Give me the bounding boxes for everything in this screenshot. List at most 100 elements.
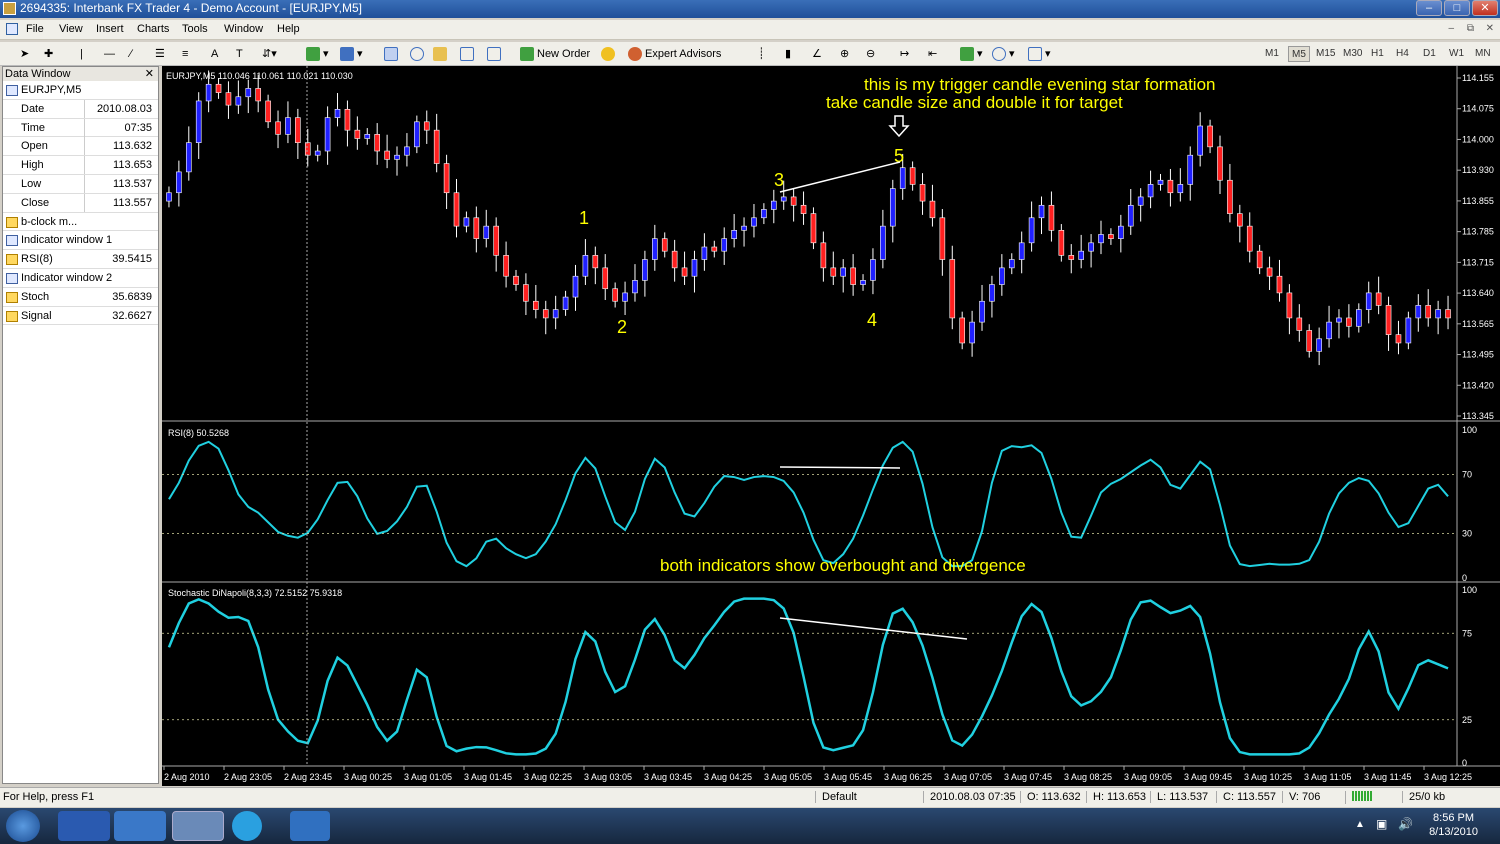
candle-body [1395,334,1402,344]
menu-view[interactable]: View [59,23,83,35]
skype-task-icon[interactable] [232,811,262,841]
channel-icon[interactable]: ☰ [155,45,165,63]
text-icon[interactable]: A [211,45,218,63]
data-window-table: EURJPY,M5 Date 2010.08.03 Time 07:35 Open 113.… [3,81,158,326]
ie-task-icon[interactable] [114,811,166,841]
candle-body [1008,259,1015,269]
close-icon[interactable]: ✕ [145,67,154,81]
terminal-icon[interactable] [460,45,477,63]
mdi-close-icon[interactable]: ✕ [1486,23,1494,34]
navigator-icon[interactable] [410,45,427,63]
tf-mn[interactable]: MN [1472,46,1494,62]
tf-m30[interactable]: M30 [1340,46,1365,62]
candle-body [870,259,876,281]
chart-area[interactable]: EURJPY,M5 110.046 110.061 110.021 110.03… [162,66,1500,786]
new-chart-icon[interactable]: ▾ [306,45,329,63]
candle-body [1127,204,1134,227]
menu-charts[interactable]: Charts [137,23,169,35]
tf-m5[interactable]: M5 [1288,46,1310,62]
vertical-line-icon[interactable]: | [80,45,83,63]
templates-icon[interactable]: ▾ [1028,45,1051,63]
app-task-icon[interactable] [290,811,330,841]
candle-body [681,267,688,277]
candle-body [185,142,192,173]
data-window-label: EURJPY,M5 [21,84,82,96]
indicators-icon[interactable]: ▾ [960,45,983,63]
annotation-target: take candle size and double it for targe… [826,93,1123,112]
tray-arrow-icon[interactable]: ▲ [1355,819,1365,830]
candle-body [959,317,965,344]
candle-body [304,142,311,156]
mdi-minimize-icon[interactable]: – [1448,23,1454,34]
new-order-button[interactable]: New Order [520,45,590,63]
time-tick-label: 3 Aug 03:05 [584,772,632,782]
maximize-button[interactable]: □ [1444,0,1470,16]
stoch-level-label: 100 [1462,585,1477,595]
crosshair-icon[interactable]: ✚ [44,45,53,63]
indicator-icon [6,216,18,228]
point-label-4: 4 [867,310,877,330]
menu-file[interactable]: File [26,23,44,35]
menu-tools[interactable]: Tools [182,23,208,35]
candle-body [1108,234,1114,239]
minimize-button[interactable]: – [1416,0,1442,16]
price-chart[interactable]: EURJPY,M5 110.046 110.061 110.021 110.03… [162,66,1500,786]
expert-advisors-button[interactable]: Expert Advisors [628,45,721,63]
volume-icon[interactable]: 🔊 [1398,817,1413,831]
tf-h1[interactable]: H1 [1368,46,1387,62]
text-label-icon[interactable]: T [236,45,243,63]
candle-body [394,154,400,160]
word-task-icon[interactable] [58,811,110,841]
candle-body [1118,225,1124,239]
folder-icon[interactable] [433,45,450,63]
price-tick-label: 113.495 [1462,350,1494,360]
tf-m15[interactable]: M15 [1313,46,1338,62]
time-tick-label: 3 Aug 11:45 [1364,772,1411,782]
tf-m1[interactable]: M1 [1262,46,1282,62]
status-profile: Default [815,791,857,803]
close-button[interactable]: ✕ [1472,0,1498,16]
chart-shift-icon[interactable]: ⇤ [928,45,937,63]
menu-window[interactable]: Window [224,23,263,35]
autoscroll-icon[interactable]: ↦ [900,45,909,63]
menu-insert[interactable]: Insert [96,23,124,35]
candle-body [1038,204,1045,219]
data-window-row: High 113.653 [3,156,158,175]
periods-icon[interactable]: ▾ [992,45,1015,63]
candle-body [969,321,975,344]
cursor-icon[interactable]: ➤ [20,45,29,63]
arrows-icon[interactable]: ⇵▾ [262,45,277,63]
candle-body [622,292,628,302]
time-tick-label: 3 Aug 12:25 [1424,772,1472,782]
zoom-in-icon[interactable]: ⊕ [840,45,849,63]
tf-d1[interactable]: D1 [1420,46,1439,62]
profiles-icon[interactable]: ▾ [340,45,363,63]
mdi-restore-icon[interactable]: ⧉ [1467,23,1474,34]
tf-h4[interactable]: H4 [1393,46,1412,62]
tf-w1[interactable]: W1 [1446,46,1467,62]
chart-header: EURJPY,M5 110.046 110.061 110.021 110.03… [166,71,353,81]
mt4-task-icon[interactable] [172,811,224,841]
horizontal-line-icon[interactable]: — [104,45,115,63]
candle-body [404,146,410,156]
candlestick-icon[interactable]: ▮ [785,45,791,63]
bar-chart-icon[interactable]: ┊ [758,45,765,63]
zoom-out-icon[interactable]: ⊖ [866,45,875,63]
candle-body [989,284,995,302]
candle-body [443,163,450,194]
clock[interactable]: 8:56 PM 8/13/2010 [1429,811,1478,839]
network-icon[interactable]: ▣ [1376,817,1387,831]
fibonacci-icon[interactable]: ≡ [182,45,188,63]
trendline-icon[interactable]: ∕ [130,45,132,63]
market-watch-icon[interactable] [384,45,401,63]
line-chart-icon[interactable]: ∠ [812,45,822,63]
candle-body [899,167,906,189]
tester-icon[interactable] [487,45,504,63]
start-button[interactable] [6,810,40,842]
ea-toggle-icon[interactable] [601,45,618,63]
candle-body [314,150,321,156]
time-tick-label: 2 Aug 23:45 [284,772,332,782]
menu-help[interactable]: Help [277,23,300,35]
mdi-chart-icon[interactable] [6,23,18,35]
candle-body [701,246,708,260]
